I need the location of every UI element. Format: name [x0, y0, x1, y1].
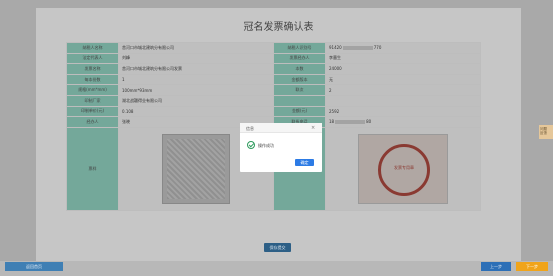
- back-home-button[interactable]: 返回首页: [5, 262, 63, 271]
- unit-price-value: 0.108: [118, 105, 274, 118]
- book-count-label: 本数: [273, 63, 326, 75]
- empty-value-cell: [325, 94, 481, 107]
- feedback-tab[interactable]: 问题 反馈: [539, 125, 553, 139]
- next-step-button[interactable]: 下一步: [516, 262, 548, 271]
- info-dialog: 信息 × 操作成功 确定: [240, 123, 322, 172]
- invoice-handler-label: 发票经办人: [273, 52, 326, 65]
- invoice-sample-image[interactable]: [162, 133, 230, 204]
- table-row: 印制厂家 湖北战疆得业有限公司: [66, 94, 481, 107]
- masked-segment: [335, 120, 366, 125]
- phone-value: 18 80: [325, 116, 481, 128]
- taxpayer-id-value: 91420 770: [325, 42, 481, 54]
- amount-value: 2592: [325, 105, 481, 118]
- copy-count-label: 联次: [273, 84, 326, 96]
- taxpayer-name-value: 舍河口市城北建筑分有限公司: [118, 42, 274, 54]
- previous-step-button[interactable]: 上一步: [481, 262, 511, 271]
- sample-label: 票样: [66, 126, 119, 211]
- invoice-handler-value: 李墨生: [325, 52, 481, 65]
- table-row: 印制单价(元) 0.108 金额(元) 2592: [66, 105, 481, 118]
- invoice-name-label: 发票名称: [66, 63, 119, 75]
- empty-label-cell: [273, 94, 326, 107]
- printer-label: 印制厂家: [66, 94, 119, 107]
- printer-value: 湖北战疆得业有限公司: [118, 94, 274, 107]
- success-check-icon: [247, 141, 255, 149]
- dialog-title: 信息: [246, 126, 254, 131]
- page-title: 冠名发票确认表: [243, 22, 314, 33]
- table-row: 发票名称 舍河口市城北建筑分有限公司发票 本数 24000: [66, 63, 481, 75]
- amount-version-label: 金额版本: [273, 73, 326, 86]
- close-icon[interactable]: ×: [311, 125, 315, 131]
- bottom-bar: [0, 261, 553, 276]
- copies-per-book-value: 1: [118, 73, 274, 86]
- table-row: 法定代表人 刘峰 发票经办人 李墨生: [66, 52, 481, 65]
- copies-per-book-label: 每本份数: [66, 73, 119, 86]
- seal-image[interactable]: 发票专用章: [358, 133, 448, 204]
- masked-segment: [342, 46, 373, 51]
- dialog-message: 操作成功: [258, 143, 274, 148]
- save-submit-button[interactable]: 保存提交: [264, 243, 291, 252]
- legal-representative-value: 刘峰: [118, 52, 274, 65]
- legal-representative-label: 法定代表人: [66, 52, 119, 65]
- feedback-line-2: 反馈: [540, 131, 547, 135]
- taxpayer-id-prefix: 91420: [329, 45, 342, 51]
- copy-count-value: 2: [325, 84, 481, 96]
- taxpayer-name-label: 纳税人名称: [66, 42, 119, 54]
- table-row: 规格(mm*mm) 100mm*93mm 联次 2: [66, 84, 481, 96]
- confirm-button[interactable]: 确定: [295, 159, 314, 166]
- seal-cell: 发票专用章: [325, 126, 481, 211]
- taxpayer-id-suffix: 770: [373, 45, 382, 51]
- book-count-value: 24000: [325, 63, 481, 75]
- amount-label: 金额(元): [273, 105, 326, 118]
- size-label: 规格(mm*mm): [66, 84, 119, 96]
- size-value: 100mm*93mm: [118, 84, 274, 96]
- invoice-name-value: 舍河口市城北建筑分有限公司发票: [118, 63, 274, 75]
- sample-image-content: [167, 138, 225, 199]
- amount-version-value: 无: [325, 73, 481, 86]
- taxpayer-id-label: 纳税人识别号: [273, 42, 326, 54]
- phone-suffix: 80: [366, 119, 372, 125]
- handler-label: 经办人: [66, 116, 119, 128]
- seal-stamp-text: 发票专用章: [394, 164, 414, 170]
- table-row: 纳税人名称 舍河口市城北建筑分有限公司 纳税人识别号 91420 770: [66, 42, 481, 54]
- phone-prefix: 18: [329, 119, 335, 125]
- unit-price-label: 印制单价(元): [66, 105, 119, 118]
- table-row: 每本份数 1 金额版本 无: [66, 73, 481, 86]
